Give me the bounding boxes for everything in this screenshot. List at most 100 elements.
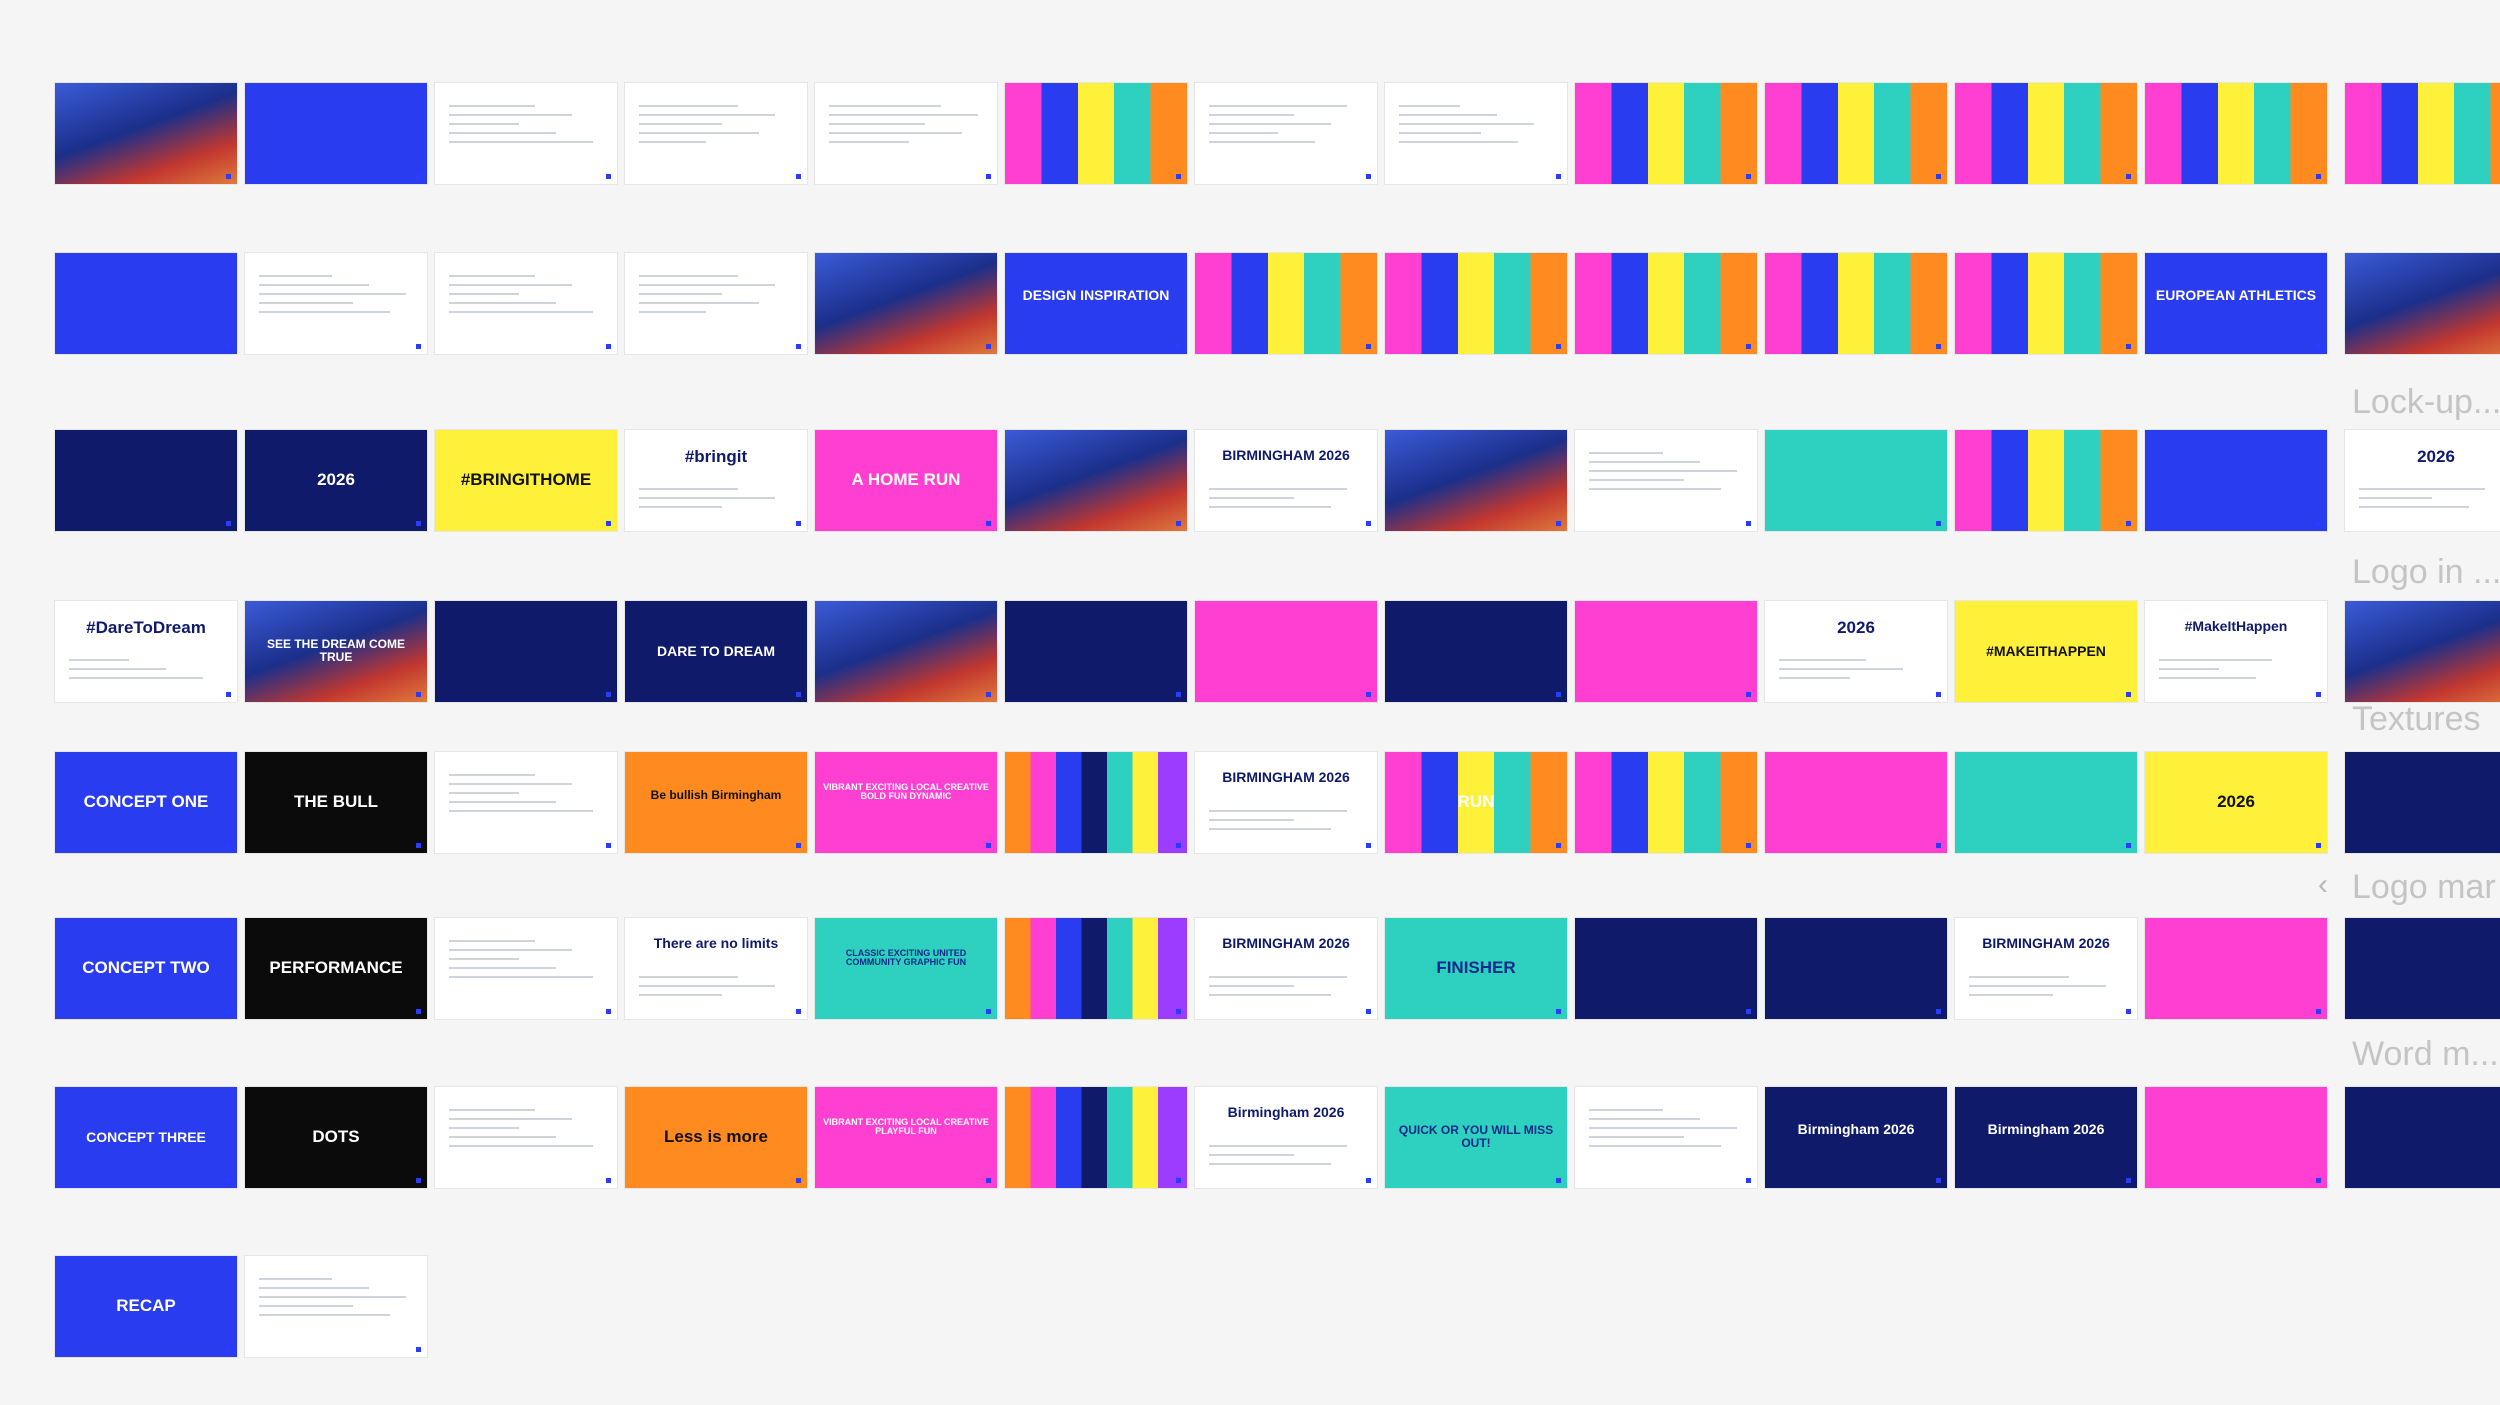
slide-thumbnail[interactable] [2345,1087,2500,1188]
slide-thumbnail[interactable] [1005,430,1187,531]
slide-thumbnail[interactable]: SEE THE DREAM COME TRUE [245,601,427,702]
slide-thumbnail[interactable]: VIBRANT EXCITING LOCAL CREATIVE BOLD FUN… [815,752,997,853]
slide-thumbnail[interactable] [1005,1087,1187,1188]
slide-thumbnail[interactable]: Less is more [625,1087,807,1188]
slide-thumbnail[interactable]: CLASSIC EXCITING UNITED COMMUNITY GRAPHI… [815,918,997,1019]
slide-thumbnail[interactable] [245,253,427,354]
slide-thumbnail[interactable]: #MakeItHappen [2145,601,2327,702]
slide-thumbnail[interactable]: DOTS [245,1087,427,1188]
slide-thumbnail[interactable]: 2026 [2145,752,2327,853]
slide-thumbnail[interactable] [1575,752,1757,853]
slide-thumbnail[interactable] [1385,253,1567,354]
slide-thumbnail[interactable]: Birmingham 2026 [1955,1087,2137,1188]
slide-thumbnail[interactable] [1575,918,1757,1019]
slide-thumbnail[interactable] [245,83,427,184]
slide-thumbnail[interactable] [1765,253,1947,354]
slide-thumbnail[interactable]: #MAKEITHAPPEN [1955,601,2137,702]
slide-thumbnail[interactable]: DARE TO DREAM [625,601,807,702]
slide-thumbnail[interactable]: RUN [1385,752,1567,853]
slide-thumbnail[interactable]: DESIGN INSPIRATION [1005,253,1187,354]
slide-thumbnail[interactable]: BIRMINGHAM 2026 [1195,752,1377,853]
slide-thumbnail[interactable] [1385,430,1567,531]
section-label-logo-in[interactable]: Logo in ... [2352,553,2500,592]
slide-thumbnail[interactable]: CONCEPT THREE [55,1087,237,1188]
slide-thumbnail[interactable]: RECAP [55,1256,237,1357]
slide-thumbnail[interactable]: 2026 [1765,601,1947,702]
slide-thumbnail[interactable]: PERFORMANCE [245,918,427,1019]
slide-thumbnail[interactable] [1195,601,1377,702]
slide-thumbnail[interactable]: CONCEPT TWO [55,918,237,1019]
slide-thumbnail[interactable] [625,253,807,354]
slide-thumbnail[interactable]: EUROPEAN ATHLETICS [2145,253,2327,354]
slide-thumbnail[interactable] [1575,601,1757,702]
slide-thumbnail[interactable] [815,601,997,702]
slide-thumbnail[interactable] [1195,253,1377,354]
section-label-word-mark[interactable]: Word m... [2352,1035,2499,1074]
slide-thumbnail[interactable]: #DareToDream [55,601,237,702]
section-label-lockup[interactable]: Lock-up... [2352,383,2500,422]
slide-thumbnail[interactable]: There are no limits [625,918,807,1019]
slide-thumbnail[interactable] [2145,918,2327,1019]
slide-thumbnail[interactable] [435,601,617,702]
slide-thumbnail[interactable]: QUICK OR YOU WILL MISS OUT! [1385,1087,1567,1188]
slide-thumbnail[interactable] [245,1256,427,1357]
section-label-logo-mark[interactable]: Logo mar [2352,868,2496,907]
slide-thumbnail[interactable]: Birmingham 2026 [1765,1087,1947,1188]
slide-thumbnail[interactable] [1955,752,2137,853]
slide-thumbnail[interactable]: Birmingham 2026 [1195,1087,1377,1188]
slide-thumbnail[interactable] [435,253,617,354]
slide-thumbnail[interactable] [815,83,997,184]
slide-thumbnail[interactable] [1005,83,1187,184]
slide-thumbnail[interactable] [1385,601,1567,702]
slide-thumbnail[interactable] [2345,918,2500,1019]
slide-thumbnail[interactable] [2345,253,2500,354]
slide-thumbnail[interactable]: A HOME RUN [815,430,997,531]
slide-thumbnail[interactable] [1955,253,2137,354]
slide-thumbnail[interactable] [435,752,617,853]
slide-thumbnail[interactable]: 2026 [245,430,427,531]
slide-thumbnail[interactable] [1575,253,1757,354]
slide-thumbnail[interactable] [2345,601,2500,702]
slide-thumbnail[interactable]: 2026 [2345,430,2500,531]
slide-thumbnail[interactable] [1765,430,1947,531]
slide-thumbnail[interactable] [2345,83,2500,184]
slide-thumbnail[interactable] [1765,752,1947,853]
slide-thumbnail[interactable] [55,253,237,354]
slide-thumbnail[interactable] [1005,918,1187,1019]
slide-thumbnail[interactable] [625,83,807,184]
slide-thumbnail[interactable]: #BRINGITHOME [435,430,617,531]
slide-thumbnail[interactable] [435,83,617,184]
slide-thumbnail[interactable] [2145,83,2327,184]
slide-thumbnail[interactable] [1575,1087,1757,1188]
slide-thumbnail[interactable]: FINISHER [1385,918,1567,1019]
chevron-left-icon[interactable]: ‹ [2318,868,2328,902]
slide-thumbnail[interactable] [55,83,237,184]
slide-thumbnail[interactable] [1765,83,1947,184]
slide-thumbnail[interactable] [1955,430,2137,531]
slide-thumbnail[interactable]: BIRMINGHAM 2026 [1195,918,1377,1019]
slide-thumbnail[interactable]: VIBRANT EXCITING LOCAL CREATIVE PLAYFUL … [815,1087,997,1188]
slide-thumbnail[interactable] [55,430,237,531]
slide-thumbnail[interactable]: THE BULL [245,752,427,853]
slide-thumbnail[interactable]: BIRMINGHAM 2026 [1195,430,1377,531]
slide-thumbnail[interactable]: CONCEPT ONE [55,752,237,853]
slide-thumbnail[interactable] [1765,918,1947,1019]
slide-thumbnail[interactable]: #bringit [625,430,807,531]
slide-thumbnail[interactable] [1005,752,1187,853]
slide-thumbnail[interactable] [1575,83,1757,184]
slide-thumbnail[interactable] [1955,83,2137,184]
slide-thumbnail[interactable] [435,1087,617,1188]
slide-thumbnail[interactable] [1005,601,1187,702]
slide-thumbnail[interactable] [1385,83,1567,184]
slide-thumbnail[interactable] [2145,430,2327,531]
slide-thumbnail[interactable] [815,253,997,354]
slide-thumbnail[interactable]: BIRMINGHAM 2026 [1955,918,2137,1019]
slide-thumbnail[interactable] [435,918,617,1019]
slide-thumbnail[interactable] [2145,1087,2327,1188]
slide-thumbnail[interactable] [2345,752,2500,853]
slide-thumbnail[interactable]: Be bullish Birmingham [625,752,807,853]
slide-thumbnail[interactable] [1575,430,1757,531]
slide-thumbnail[interactable] [1195,83,1377,184]
section-label-textures[interactable]: Textures [2352,700,2481,739]
text-line [449,792,519,794]
